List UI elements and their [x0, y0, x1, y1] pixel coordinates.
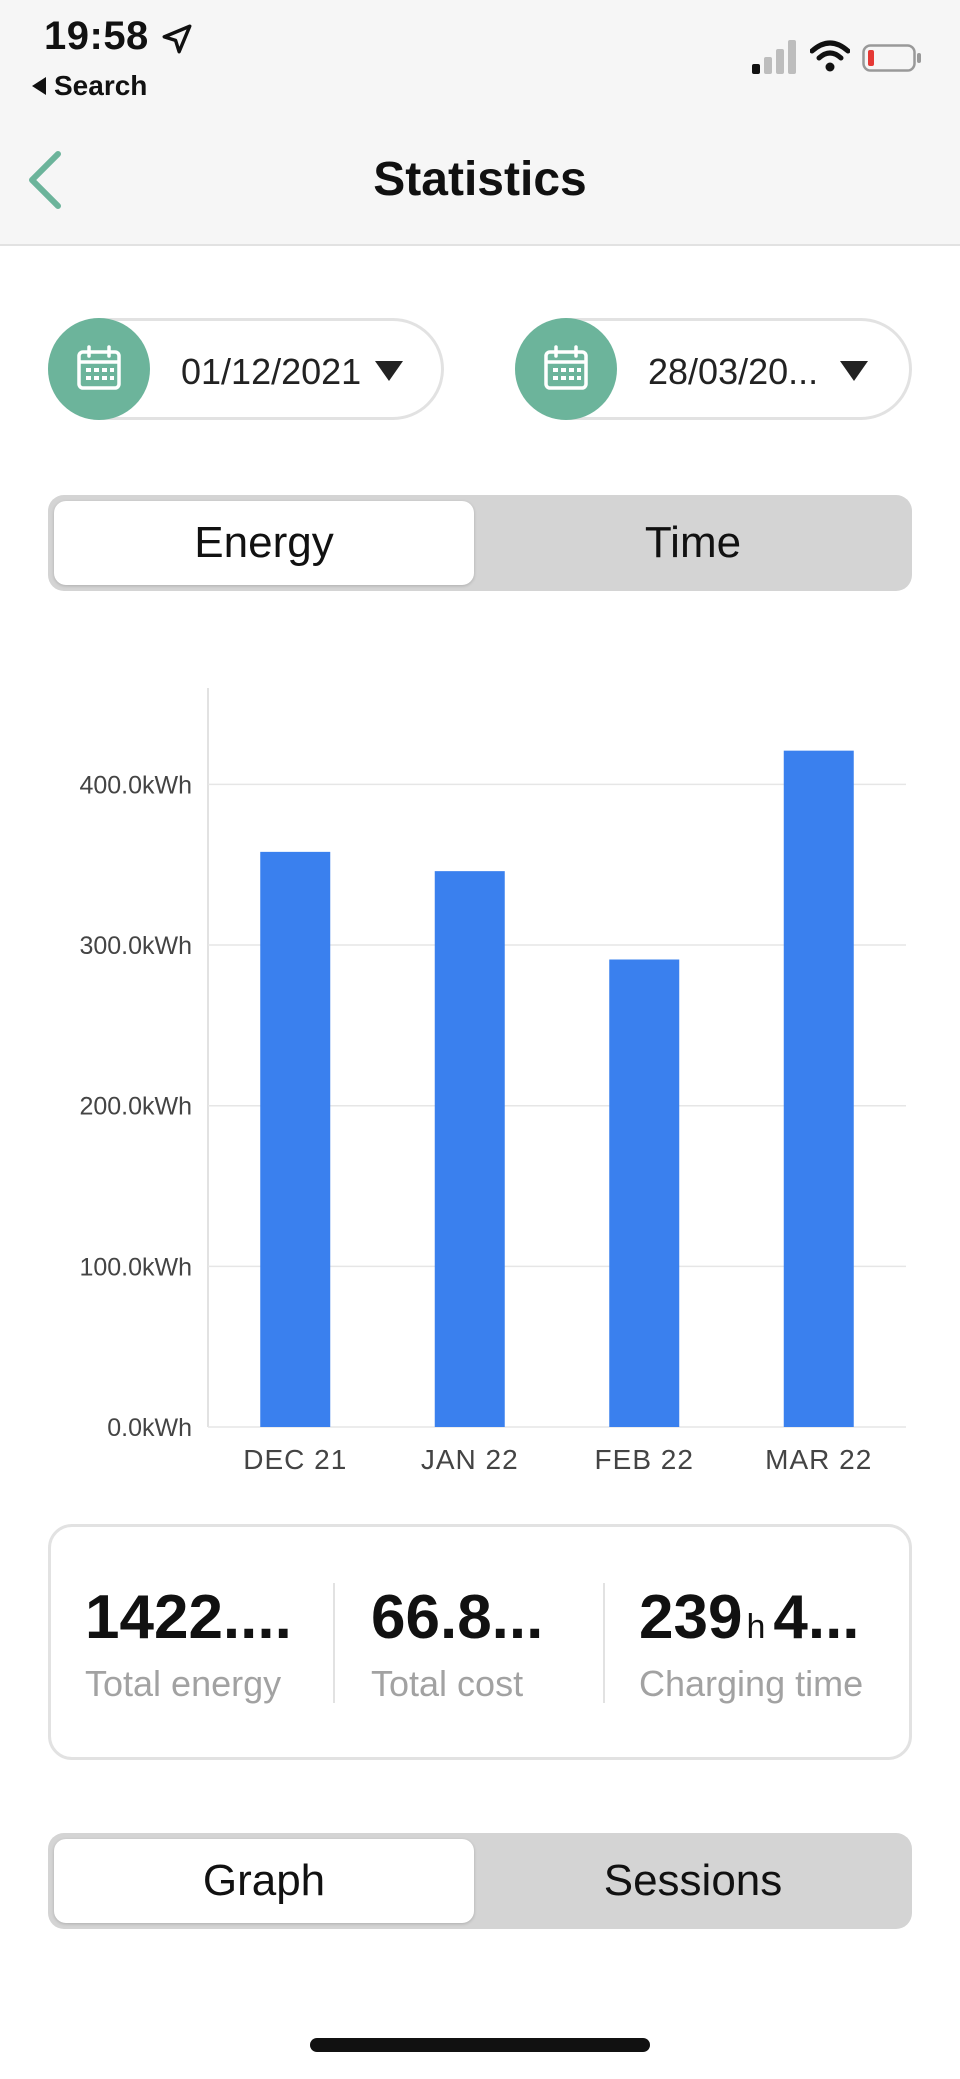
y-tick-label: 100.0kWh	[79, 1253, 192, 1281]
y-tick-label: 0.0kWh	[107, 1414, 192, 1442]
clock: 19:58	[44, 14, 149, 58]
bar	[434, 871, 505, 1427]
view-segmented-control: Graph Sessions	[48, 1833, 912, 1929]
calendar-icon	[48, 318, 150, 420]
total-cost-stat: 66.8... Total cost	[371, 1587, 543, 1705]
charging-hours-unit: h	[746, 1608, 766, 1646]
start-date-value: 01/12/2021	[181, 351, 362, 392]
bar	[609, 959, 680, 1427]
total-cost-value: 66.8...	[371, 1583, 544, 1652]
y-tick-label: 200.0kWh	[79, 1093, 192, 1121]
end-date-picker[interactable]: 28/03/20...	[515, 318, 912, 420]
tab-energy[interactable]: Energy	[54, 501, 474, 585]
end-date-value: 28/03/20...	[648, 351, 819, 392]
chevron-down-icon	[375, 361, 403, 381]
home-indicator	[310, 2038, 650, 2052]
charging-hours: 239	[639, 1583, 743, 1652]
charging-minutes: 4...	[773, 1583, 860, 1652]
metric-segmented-control: Energy Time	[48, 495, 912, 591]
status-bar: 19:58 Search	[0, 0, 960, 110]
x-tick-label: DEC 21	[243, 1444, 347, 1475]
page-title: Statistics	[373, 153, 587, 206]
navigation-bar: Statistics	[0, 110, 960, 246]
total-energy-stat: 1422.... Total energy	[85, 1587, 292, 1705]
location-arrow-icon	[162, 24, 192, 54]
summary-card: 1422.... Total energy 66.8... Total cost…	[48, 1524, 912, 1760]
charging-time-value: 239 h 4...	[639, 1587, 863, 1649]
calendar-icon	[515, 318, 617, 420]
stat-divider	[603, 1583, 605, 1703]
y-tick-label: 300.0kWh	[79, 932, 192, 960]
cellular-signal-icon	[752, 40, 796, 74]
battery-icon	[862, 44, 921, 72]
x-tick-label: MAR 22	[765, 1444, 872, 1475]
charging-time-stat: 239 h 4... Charging time	[639, 1587, 863, 1705]
tab-graph[interactable]: Graph	[54, 1839, 474, 1923]
bar	[260, 851, 331, 1427]
total-energy-value: 1422....	[85, 1583, 292, 1652]
chevron-down-icon	[840, 361, 868, 381]
tab-time[interactable]: Time	[480, 501, 906, 585]
y-tick-label: 400.0kWh	[79, 771, 192, 799]
back-to-search-link[interactable]: Search	[32, 70, 147, 102]
tab-sessions[interactable]: Sessions	[480, 1839, 906, 1923]
back-triangle-icon	[32, 77, 46, 95]
stat-divider	[333, 1583, 335, 1703]
x-tick-label: JAN 22	[421, 1444, 519, 1475]
start-date-picker[interactable]: 01/12/2021	[48, 318, 444, 420]
x-tick-label: FEB 22	[595, 1444, 694, 1475]
energy-bar-chart: 0.0kWh 100.0kWh 200.0kWh 300.0kWh 400.0kWh DE…	[79, 688, 906, 1475]
total-energy-label: Total energy	[85, 1663, 282, 1704]
total-cost-label: Total cost	[371, 1663, 524, 1704]
wifi-icon	[810, 40, 850, 72]
back-to-search-label: Search	[54, 70, 148, 101]
charging-time-label: Charging time	[639, 1663, 864, 1704]
bar	[783, 750, 854, 1427]
